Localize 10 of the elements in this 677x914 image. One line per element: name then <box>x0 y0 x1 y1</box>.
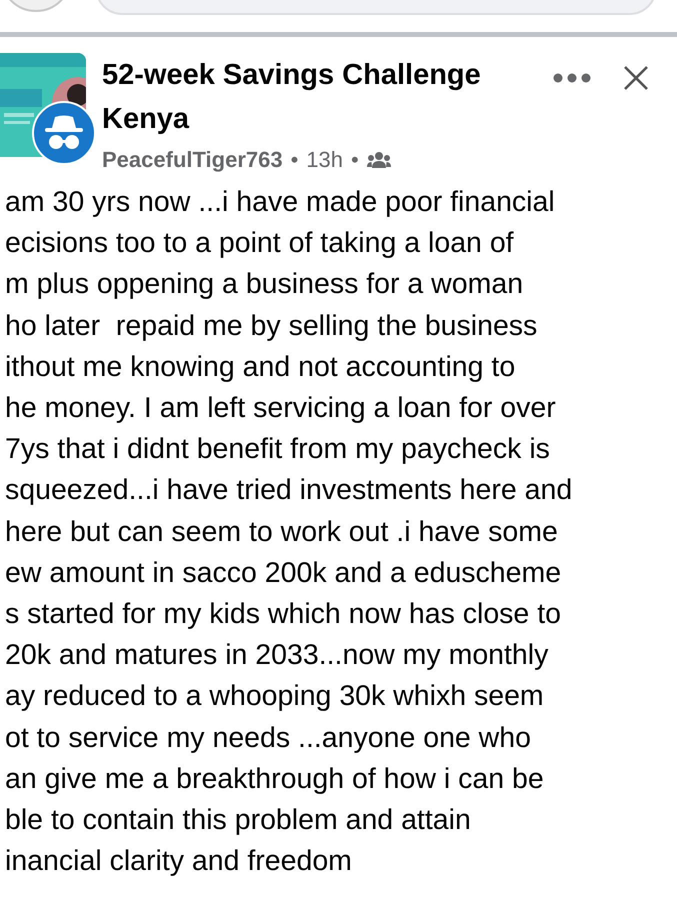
separator: • <box>351 146 359 174</box>
separator: • <box>290 146 298 174</box>
post-text: am 30 yrs now ...i have made poor financial ecisions too to a point of taking a loan of m plus oppening a business for a woman ho later repaid me by selling the business ithout me knowing and not accounting to he money. I am left servicing a loan for over 7ys that i didnt benefit from my paycheck is squeezed...i have tried investments here and here but can seem to work out .i have some ew amount in sacco 200k and a eduscheme s started for my kids which now has close to 20k and matures in 2033...now my monthly ay reduced to a whooping 30k whixh seem ot to service my needs ...anyone one who an give me a breakthrough of how i can be ble to contain this problem and attain inancial clarity and freedom <box>4 185 574 880</box>
group-members-icon <box>366 150 391 168</box>
post-time[interactable]: 13h <box>306 143 344 176</box>
group-name[interactable]: 52-week Savings Challenge Kenya <box>92 53 532 141</box>
close-icon[interactable] <box>623 65 649 91</box>
author-name[interactable]: PeacefulTiger763 <box>102 143 283 176</box>
more-options-icon[interactable] <box>553 73 591 83</box>
anonymous-avatar-icon <box>32 101 96 165</box>
